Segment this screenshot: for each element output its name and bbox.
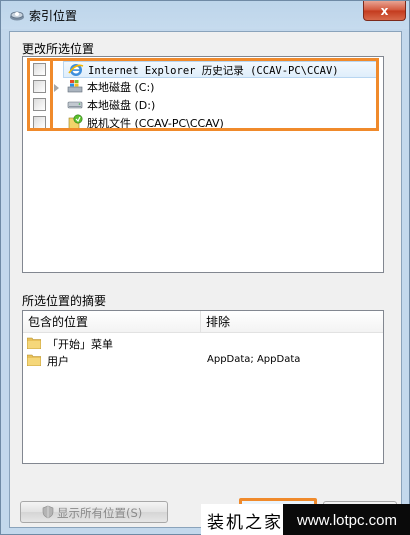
highlight-divider bbox=[50, 58, 53, 131]
watermark: 装机之家 www.lotpc.com bbox=[201, 504, 410, 535]
tree-item-label: 本地磁盘 (D:) bbox=[87, 99, 156, 112]
summary-row[interactable]: 「开始」菜单 bbox=[23, 335, 383, 352]
search-index-icon bbox=[9, 7, 25, 23]
locations-tree[interactable]: Internet Explorer 历史记录 (CCAV-PC\CCAV) 本地… bbox=[22, 56, 384, 273]
offline-files-icon bbox=[67, 114, 83, 130]
title-bar[interactable]: 索引位置 x bbox=[1, 1, 409, 29]
column-header-excluded[interactable]: 排除 bbox=[201, 311, 383, 333]
internet-explorer-icon bbox=[68, 62, 84, 78]
summary-label: 所选位置的摘要 bbox=[22, 294, 107, 308]
summary-row[interactable]: 用户 AppData; AppData bbox=[23, 352, 383, 369]
tree-item-label: Internet Explorer 历史记录 (CCAV-PC\CCAV) bbox=[88, 65, 339, 77]
checkbox-offline-files[interactable] bbox=[33, 116, 46, 129]
drive-icon bbox=[67, 96, 83, 112]
column-header-label: 包含的位置 bbox=[28, 315, 89, 329]
tree-item-label: 本地磁盘 (C:) bbox=[87, 81, 155, 94]
summary-exclude: AppData; AppData bbox=[207, 354, 301, 365]
tree-item-drive-c[interactable]: 本地磁盘 (C:) bbox=[63, 78, 379, 95]
tree-item-ie-history[interactable]: Internet Explorer 历史记录 (CCAV-PC\CCAV) bbox=[63, 61, 379, 78]
checkbox-ie-history[interactable] bbox=[33, 63, 46, 76]
folder-icon bbox=[26, 354, 42, 367]
watermark-url: www.lotpc.com bbox=[283, 504, 410, 535]
checkbox-drive-c[interactable] bbox=[33, 80, 46, 93]
summary-location: 「开始」菜单 bbox=[47, 338, 113, 351]
checkbox-drive-d[interactable] bbox=[33, 98, 46, 111]
change-locations-label: 更改所选位置 bbox=[22, 42, 95, 56]
column-header-label: 排除 bbox=[206, 315, 231, 329]
show-all-locations-button[interactable]: 显示所有位置(S) bbox=[20, 501, 168, 523]
folder-icon bbox=[26, 337, 42, 350]
tree-item-label: 脱机文件 (CCAV-PC\CCAV) bbox=[87, 117, 224, 130]
summary-location: 用户 bbox=[47, 355, 69, 368]
indexed-locations-window: 索引位置 x 更改所选位置 Internet Explorer 历史记录 (CC… bbox=[0, 0, 410, 535]
dialog-client: 更改所选位置 Internet Explorer 历史记录 (CCAV-PC\C… bbox=[9, 31, 402, 528]
tree-item-drive-d[interactable]: 本地磁盘 (D:) bbox=[63, 96, 379, 113]
column-header-included[interactable]: 包含的位置 bbox=[23, 311, 201, 333]
watermark-brand: 装机之家 bbox=[207, 512, 283, 533]
shield-icon bbox=[41, 505, 55, 519]
windows-drive-icon bbox=[67, 78, 83, 94]
summary-list[interactable]: 包含的位置 排除 「开始」菜单 用户 AppData; AppData bbox=[22, 310, 384, 464]
window-title: 索引位置 bbox=[29, 9, 78, 23]
show-all-label: 显示所有位置(S) bbox=[57, 506, 143, 520]
tree-item-offline-files[interactable]: 脱机文件 (CCAV-PC\CCAV) bbox=[63, 114, 379, 131]
close-button[interactable]: x bbox=[363, 1, 406, 21]
expand-arrow-icon[interactable] bbox=[54, 84, 59, 92]
